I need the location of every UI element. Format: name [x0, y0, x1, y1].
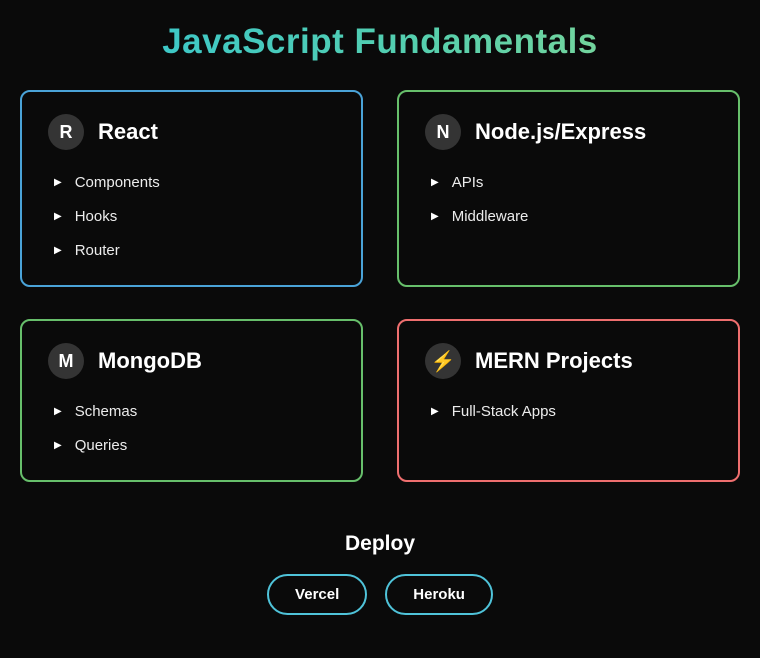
card-react-header: R React	[48, 114, 335, 150]
vercel-button[interactable]: Vercel	[267, 574, 368, 615]
list-item[interactable]: ▶ Router	[54, 240, 335, 261]
topic-label: Schemas	[74, 403, 138, 420]
card-react: R React ▶ Components ▶ Hooks ▶ Router	[20, 90, 363, 287]
list-item[interactable]: ▶ Components	[54, 172, 335, 193]
triangle-bullet-icon: ▶	[431, 406, 439, 417]
deploy-buttons: Vercel Heroku	[0, 574, 760, 615]
topic-label: Hooks	[74, 208, 118, 225]
cards-grid: R React ▶ Components ▶ Hooks ▶ Router N …	[20, 90, 740, 482]
list-item[interactable]: ▶ Full-Stack Apps	[431, 401, 712, 422]
card-mern-header: ⚡ MERN Projects	[425, 343, 712, 379]
card-mongodb-items: ▶ Schemas ▶ Queries	[48, 401, 335, 456]
react-icon: R	[48, 114, 84, 150]
card-mongodb: M MongoDB ▶ Schemas ▶ Queries	[20, 319, 363, 482]
card-node: N Node.js/Express ▶ APIs ▶ Middleware	[397, 90, 740, 287]
triangle-bullet-icon: ▶	[54, 177, 62, 188]
node-icon: N	[425, 114, 461, 150]
topic-label: Middleware	[451, 208, 529, 225]
list-item[interactable]: ▶ APIs	[431, 172, 712, 193]
topic-label: Full-Stack Apps	[451, 403, 556, 420]
card-node-header: N Node.js/Express	[425, 114, 712, 150]
card-title: React	[98, 119, 158, 144]
triangle-bullet-icon: ▶	[54, 406, 62, 417]
topic-label: Components	[74, 174, 160, 191]
topic-label: Router	[74, 242, 120, 259]
triangle-bullet-icon: ▶	[54, 440, 62, 451]
list-item[interactable]: ▶ Middleware	[431, 206, 712, 227]
list-item[interactable]: ▶ Queries	[54, 435, 335, 456]
card-title: MERN Projects	[475, 348, 633, 373]
triangle-bullet-icon: ▶	[54, 211, 62, 222]
card-node-items: ▶ APIs ▶ Middleware	[425, 172, 712, 227]
card-mongodb-header: M MongoDB	[48, 343, 335, 379]
deploy-section: Deploy Vercel Heroku	[0, 532, 760, 615]
card-react-items: ▶ Components ▶ Hooks ▶ Router	[48, 172, 335, 261]
topic-label: Queries	[74, 437, 128, 454]
triangle-bullet-icon: ▶	[431, 177, 439, 188]
page-title: JavaScript Fundamentals	[0, 22, 760, 62]
topic-label: APIs	[451, 174, 484, 191]
card-mern-items: ▶ Full-Stack Apps	[425, 401, 712, 422]
card-mern: ⚡ MERN Projects ▶ Full-Stack Apps	[397, 319, 740, 482]
triangle-bullet-icon: ▶	[54, 245, 62, 256]
triangle-bullet-icon: ▶	[431, 211, 439, 222]
list-item[interactable]: ▶ Schemas	[54, 401, 335, 422]
heroku-button[interactable]: Heroku	[385, 574, 493, 615]
deploy-heading: Deploy	[344, 532, 415, 555]
list-item[interactable]: ▶ Hooks	[54, 206, 335, 227]
card-title: Node.js/Express	[475, 119, 647, 144]
mongodb-icon: M	[48, 343, 84, 379]
card-title: MongoDB	[98, 348, 202, 373]
lightning-icon: ⚡	[425, 343, 461, 379]
